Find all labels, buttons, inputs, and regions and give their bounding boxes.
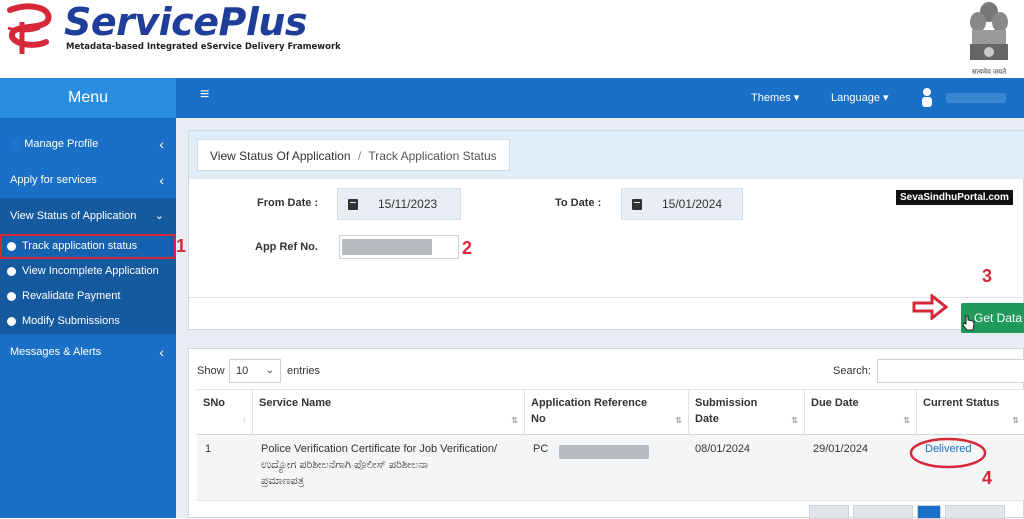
language-dropdown[interactable]: Language ▾ [831, 91, 889, 104]
sidebar-item-view-status[interactable]: View Status of Application ⌄ [0, 198, 176, 234]
breadcrumb-strip: View Status Of Application / Track Appli… [189, 131, 1024, 179]
main-content: View Status Of Application / Track Appli… [176, 118, 1024, 519]
bullet-icon [7, 317, 16, 326]
sort-icon: ⇅ [675, 416, 682, 425]
sidebar-subitem-track-status[interactable]: Track application status [0, 234, 176, 259]
pager-prev[interactable] [809, 505, 849, 519]
to-date-label: To Date : [555, 197, 602, 209]
annotation-4: 4 [982, 468, 993, 488]
col-header-status[interactable]: Current Status ⇅ [917, 389, 1024, 435]
sort-icon: ⇅ [511, 416, 518, 425]
chevron-left-icon: ‹ [159, 172, 164, 188]
pager-next[interactable] [945, 505, 1005, 519]
sidebar-item-label: Messages & Alerts [10, 346, 102, 358]
sidebar-item-manage-profile[interactable]: 👤 Manage Profile ‹ [0, 126, 176, 162]
hamburger-icon[interactable]: ≡ [200, 86, 209, 104]
sort-icon: ⇅ [791, 416, 798, 425]
cursor-hand-icon [962, 315, 975, 331]
col-header-due[interactable]: Due Date ⇅ [805, 389, 917, 435]
entries-label: entries [287, 365, 321, 377]
cell-submission: 08/01/2024 [695, 443, 751, 455]
user-avatar-icon[interactable] [920, 87, 934, 107]
serviceplus-logo-icon [7, 3, 52, 54]
annotation-3: 3 [982, 266, 993, 286]
pager-current[interactable] [917, 505, 941, 519]
bullet-icon [7, 292, 16, 301]
calendar-icon [348, 199, 358, 210]
sidebar-item-label: View Status of Application [10, 210, 137, 222]
sidebar-subitem-incomplete[interactable]: View Incomplete Application [0, 259, 176, 284]
sidebar-item-messages[interactable]: Messages & Alerts ‹ [0, 334, 176, 370]
sort-icon: ⇅ [903, 416, 910, 425]
sidebar-subitem-label: Revalidate Payment [22, 290, 121, 302]
arrow-right-icon [912, 294, 948, 320]
breadcrumb: View Status Of Application / Track Appli… [197, 139, 510, 171]
from-date-field[interactable]: 15/11/2023 [337, 188, 461, 220]
filter-card: View Status Of Application / Track Appli… [188, 130, 1024, 333]
sidebar-subitem-label: Track application status [22, 240, 138, 252]
cell-appref-prefix: PC [533, 443, 549, 455]
chevron-down-icon: ⌄ [154, 210, 164, 222]
sidebar: Menu 👤 Manage Profile ‹ Apply for service… [0, 78, 176, 518]
user-name-redacted[interactable] [946, 93, 1006, 103]
national-emblem-icon [970, 2, 1008, 60]
chevron-down-icon: ⌄ [265, 365, 274, 376]
watermark: SevaSindhuPortal.com [896, 190, 1013, 205]
to-date-value: 15/01/2024 [662, 197, 723, 211]
entries-select[interactable]: 10 ⌄ [229, 359, 281, 383]
pager-page[interactable] [853, 505, 913, 519]
calendar-icon [632, 199, 642, 210]
col-header-submission[interactable]: Submission Date ⇅ [689, 389, 805, 435]
chevron-left-icon: ‹ [159, 136, 164, 152]
cell-service: Police Verification Certificate for Job … [261, 443, 498, 487]
search-label: Search: [833, 365, 871, 377]
user-icon: 👤 [10, 139, 22, 149]
sidebar-subitem-label: Modify Submissions [22, 315, 120, 327]
breadcrumb-current: Track Application Status [368, 149, 497, 163]
button-area [189, 297, 1024, 331]
top-navbar: ≡ Themes ▾ Language ▾ [176, 78, 1024, 118]
cell-due: 29/01/2024 [813, 443, 869, 455]
sidebar-subitem-label: View Incomplete Application [22, 265, 159, 277]
sidebar-item-label: Apply for services [10, 174, 97, 186]
sort-icon: ↑ [242, 416, 246, 425]
show-label: Show [197, 365, 225, 377]
sidebar-item-apply-services[interactable]: Apply for services ‹ [0, 162, 176, 198]
results-card: Show 10 ⌄ entries Search: SNo ↑ Service N… [188, 348, 1024, 519]
bullet-icon [7, 242, 16, 251]
menu-title: Menu [0, 78, 176, 118]
sidebar-item-label: Manage Profile [24, 138, 99, 150]
sort-icon: ⇅ [1012, 416, 1019, 425]
themes-dropdown[interactable]: Themes ▾ [751, 91, 799, 104]
cell-sno: 1 [205, 443, 212, 455]
col-header-sno[interactable]: SNo ↑ [197, 389, 253, 435]
breadcrumb-parent[interactable]: View Status Of Application [210, 149, 351, 163]
from-date-label: From Date : [257, 197, 319, 209]
brand-tagline: Metadata-based Integrated eService Deliv… [66, 42, 341, 52]
sidebar-subitem-modify[interactable]: Modify Submissions [0, 309, 176, 334]
header: ServicePlus Metadata-based Integrated eS… [0, 0, 1024, 78]
annotation-2: 2 [462, 238, 473, 258]
to-date-field[interactable]: 15/01/2024 [621, 188, 743, 220]
bullet-icon [7, 267, 16, 276]
app-ref-label: App Ref No. [255, 241, 318, 253]
sidebar-subitem-revalidate[interactable]: Revalidate Payment [0, 284, 176, 309]
app-ref-input[interactable] [339, 235, 459, 259]
chevron-left-icon: ‹ [159, 344, 164, 360]
breadcrumb-separator: / [357, 149, 362, 163]
brand-title: ServicePlus [64, 0, 308, 44]
cell-appref-redacted [559, 445, 649, 459]
emblem-motto: सत्यमेव जयते [972, 69, 1007, 76]
highlight-circle [909, 437, 987, 469]
annotation-1: 1 [176, 236, 187, 256]
col-header-service[interactable]: Service Name ⇅ [253, 389, 525, 435]
redacted-value [342, 239, 432, 255]
search-input[interactable] [877, 359, 1024, 383]
col-header-appref[interactable]: Application Reference No ⇅ [525, 389, 689, 435]
from-date-value: 15/11/2023 [378, 197, 438, 211]
entries-value: 10 [236, 365, 249, 377]
